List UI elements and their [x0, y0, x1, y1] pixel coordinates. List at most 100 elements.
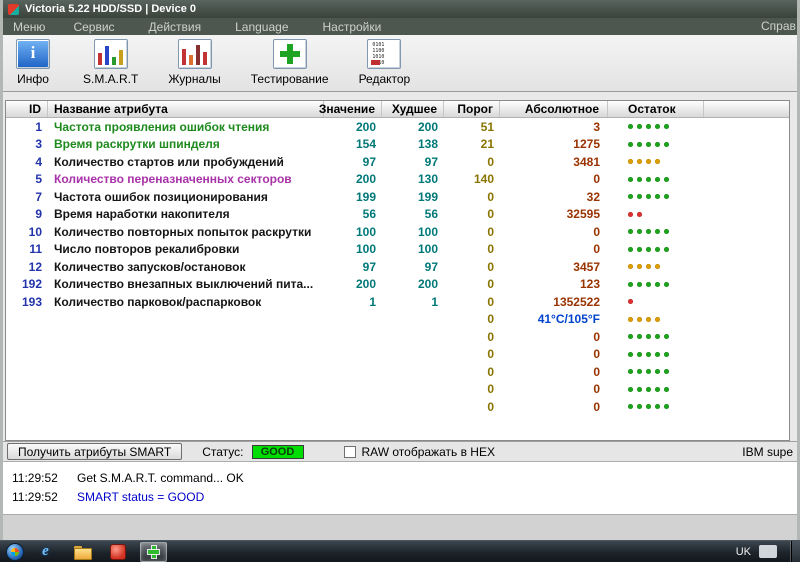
attr-raw: 3457 [573, 259, 600, 274]
attribute-row[interactable]: 12 Количество запусков/остановок 97 97 0 3457 [6, 258, 789, 276]
column-header-3[interactable]: Значение [319, 101, 382, 117]
attribute-row[interactable]: 11 Число повторов рекалибровки 100 100 0 0 [6, 241, 789, 259]
attr-worst [382, 398, 444, 416]
attribute-row[interactable]: 9 Время наработки накопителя 56 56 0 32595 [6, 206, 789, 224]
attr-name: Число повторов рекалибровки [54, 242, 240, 257]
get-smart-attributes-button[interactable]: Получить атрибуты SMART [7, 443, 183, 460]
attribute-row[interactable]: 7 Частота ошибок позиционирования 199 199 0 3… [6, 188, 789, 206]
attribute-row[interactable]: 00 [6, 363, 789, 381]
attribute-row[interactable]: 0 41°C/105°F [6, 311, 789, 329]
attr-worst: 97 [424, 154, 438, 169]
health-dot [628, 194, 633, 200]
toolbar-button-logs[interactable]: Журналы [168, 39, 221, 86]
info-icon [16, 39, 50, 69]
toolbar-button-label: Тестирование [250, 72, 329, 86]
explorer-icon[interactable] [68, 542, 95, 562]
attr-id: 5 [35, 172, 42, 187]
menu-items: Меню Сервис Действия Language Настройки [3, 20, 405, 34]
log-panel: 11:29:52 Get S.M.A.R.T. command... OK 11:2… [3, 461, 797, 514]
attribute-row[interactable]: 192 Количество внезапных выключений пита.… [6, 276, 789, 294]
attr-name: Частота ошибок позиционирования [54, 189, 268, 204]
column-header-4[interactable]: Худшее [382, 101, 444, 117]
attribute-row[interactable]: 10 Количество повторных попыток раскрутки… [6, 223, 789, 241]
player-icon[interactable] [104, 542, 131, 562]
menu-item-1[interactable]: Меню [13, 20, 45, 34]
toolbar-button-smart[interactable]: S.M.A.R.T [83, 39, 138, 86]
attr-name [48, 398, 324, 416]
menu-item-5[interactable]: Настройки [323, 20, 382, 34]
control-bar: Получить атрибуты SMART Статус: GOOD RAW… [3, 441, 797, 461]
log-time: 11:29:52 [12, 470, 58, 485]
smart-icon [93, 39, 128, 69]
attr-name: Количество запусков/остановок [54, 259, 246, 274]
menu-item-3[interactable]: Действия [149, 20, 202, 34]
toolbar-button-editor[interactable]: Редактор [358, 39, 411, 86]
health-dot [664, 386, 669, 392]
attr-threshold: 140 [473, 172, 494, 187]
attribute-row[interactable]: 00 [6, 381, 789, 399]
health-dot [646, 334, 651, 340]
log-line: 11:29:52 SMART status = GOOD [3, 487, 797, 506]
health-dot [655, 281, 660, 287]
checkbox-box[interactable] [343, 445, 356, 458]
start-button[interactable] [6, 542, 24, 561]
column-header-6[interactable]: Абсолютное [500, 101, 608, 117]
column-header-5[interactable]: Порог [444, 101, 500, 117]
attribute-row[interactable]: 3 Время раскрутки шпинделя 154 138 21 1275 [6, 136, 789, 154]
health-dot [655, 246, 660, 252]
attr-threshold: 0 [487, 312, 494, 327]
health-dot [637, 369, 642, 375]
attr-health [608, 363, 704, 381]
menu-item-2[interactable]: Сервис [73, 20, 114, 34]
attr-id: 3 [35, 137, 42, 152]
raw-hex-checkbox[interactable]: RAW отображать в HEX [343, 445, 495, 459]
victoria-icon[interactable] [140, 541, 167, 562]
attr-id [6, 346, 48, 364]
language-indicator[interactable]: UK [736, 546, 751, 558]
attr-value [324, 398, 382, 416]
column-header-2[interactable]: Название атрибута [48, 101, 324, 117]
window-title: Victoria 5.22 HDD/SSD | Device 0 [25, 3, 197, 15]
attribute-row[interactable]: 00 [6, 346, 789, 364]
attribute-row[interactable]: 00 [6, 398, 789, 416]
attribute-row[interactable]: 1 Частота проявления ошибок чтения 200 200 5… [6, 118, 789, 136]
health-dot [637, 334, 642, 340]
attribute-row[interactable]: 00 [6, 328, 789, 346]
attr-health [608, 381, 704, 399]
smart-attributes-table: ID Название атрибута Значение Худшее Порог Аб… [5, 100, 790, 441]
log-time: 11:29:52 [12, 489, 58, 504]
taskbar-icons [32, 541, 167, 562]
attr-health [608, 328, 704, 346]
browser-icon[interactable] [32, 542, 59, 562]
health-dot [655, 316, 660, 322]
show-desktop-button[interactable] [791, 541, 800, 562]
health-dot [646, 246, 651, 252]
health-dot [637, 316, 642, 322]
column-header-1[interactable]: ID [6, 101, 48, 117]
titlebar[interactable]: Victoria 5.22 HDD/SSD | Device 0 [3, 0, 797, 18]
toolbar-button-test[interactable]: Тестирование [251, 39, 329, 86]
attribute-row[interactable]: 4 Количество стартов или пробуждений 97 97 0… [6, 153, 789, 171]
toolbar-button-label: Редактор [358, 72, 411, 86]
health-dot [655, 176, 660, 182]
attr-health [608, 136, 704, 154]
menu-item-help[interactable]: Справ [761, 18, 797, 35]
attr-value: 97 [362, 154, 376, 169]
attr-raw: 1352522 [553, 294, 600, 309]
attr-health [608, 311, 704, 329]
health-dot [646, 124, 651, 130]
attr-name [48, 381, 324, 399]
attr-id: 11 [29, 242, 42, 257]
tray-icon[interactable] [759, 545, 777, 558]
attr-name: Количество стартов или пробуждений [54, 154, 284, 169]
attr-raw: 3481 [573, 154, 600, 169]
attr-raw: 1275 [573, 137, 600, 152]
attribute-row[interactable]: 5 Количество переназначенных секторов 200 1… [6, 171, 789, 189]
column-header-7[interactable]: Остаток [608, 101, 704, 117]
health-dot [655, 141, 660, 147]
toolbar-button-info[interactable]: Инфо [13, 39, 53, 86]
menu-item-4[interactable]: Language [235, 20, 288, 34]
attr-worst: 97 [424, 259, 438, 274]
health-dot [637, 386, 642, 392]
attribute-row[interactable]: 193 Количество парковок/распарковок 1 1 0 135… [6, 293, 789, 311]
